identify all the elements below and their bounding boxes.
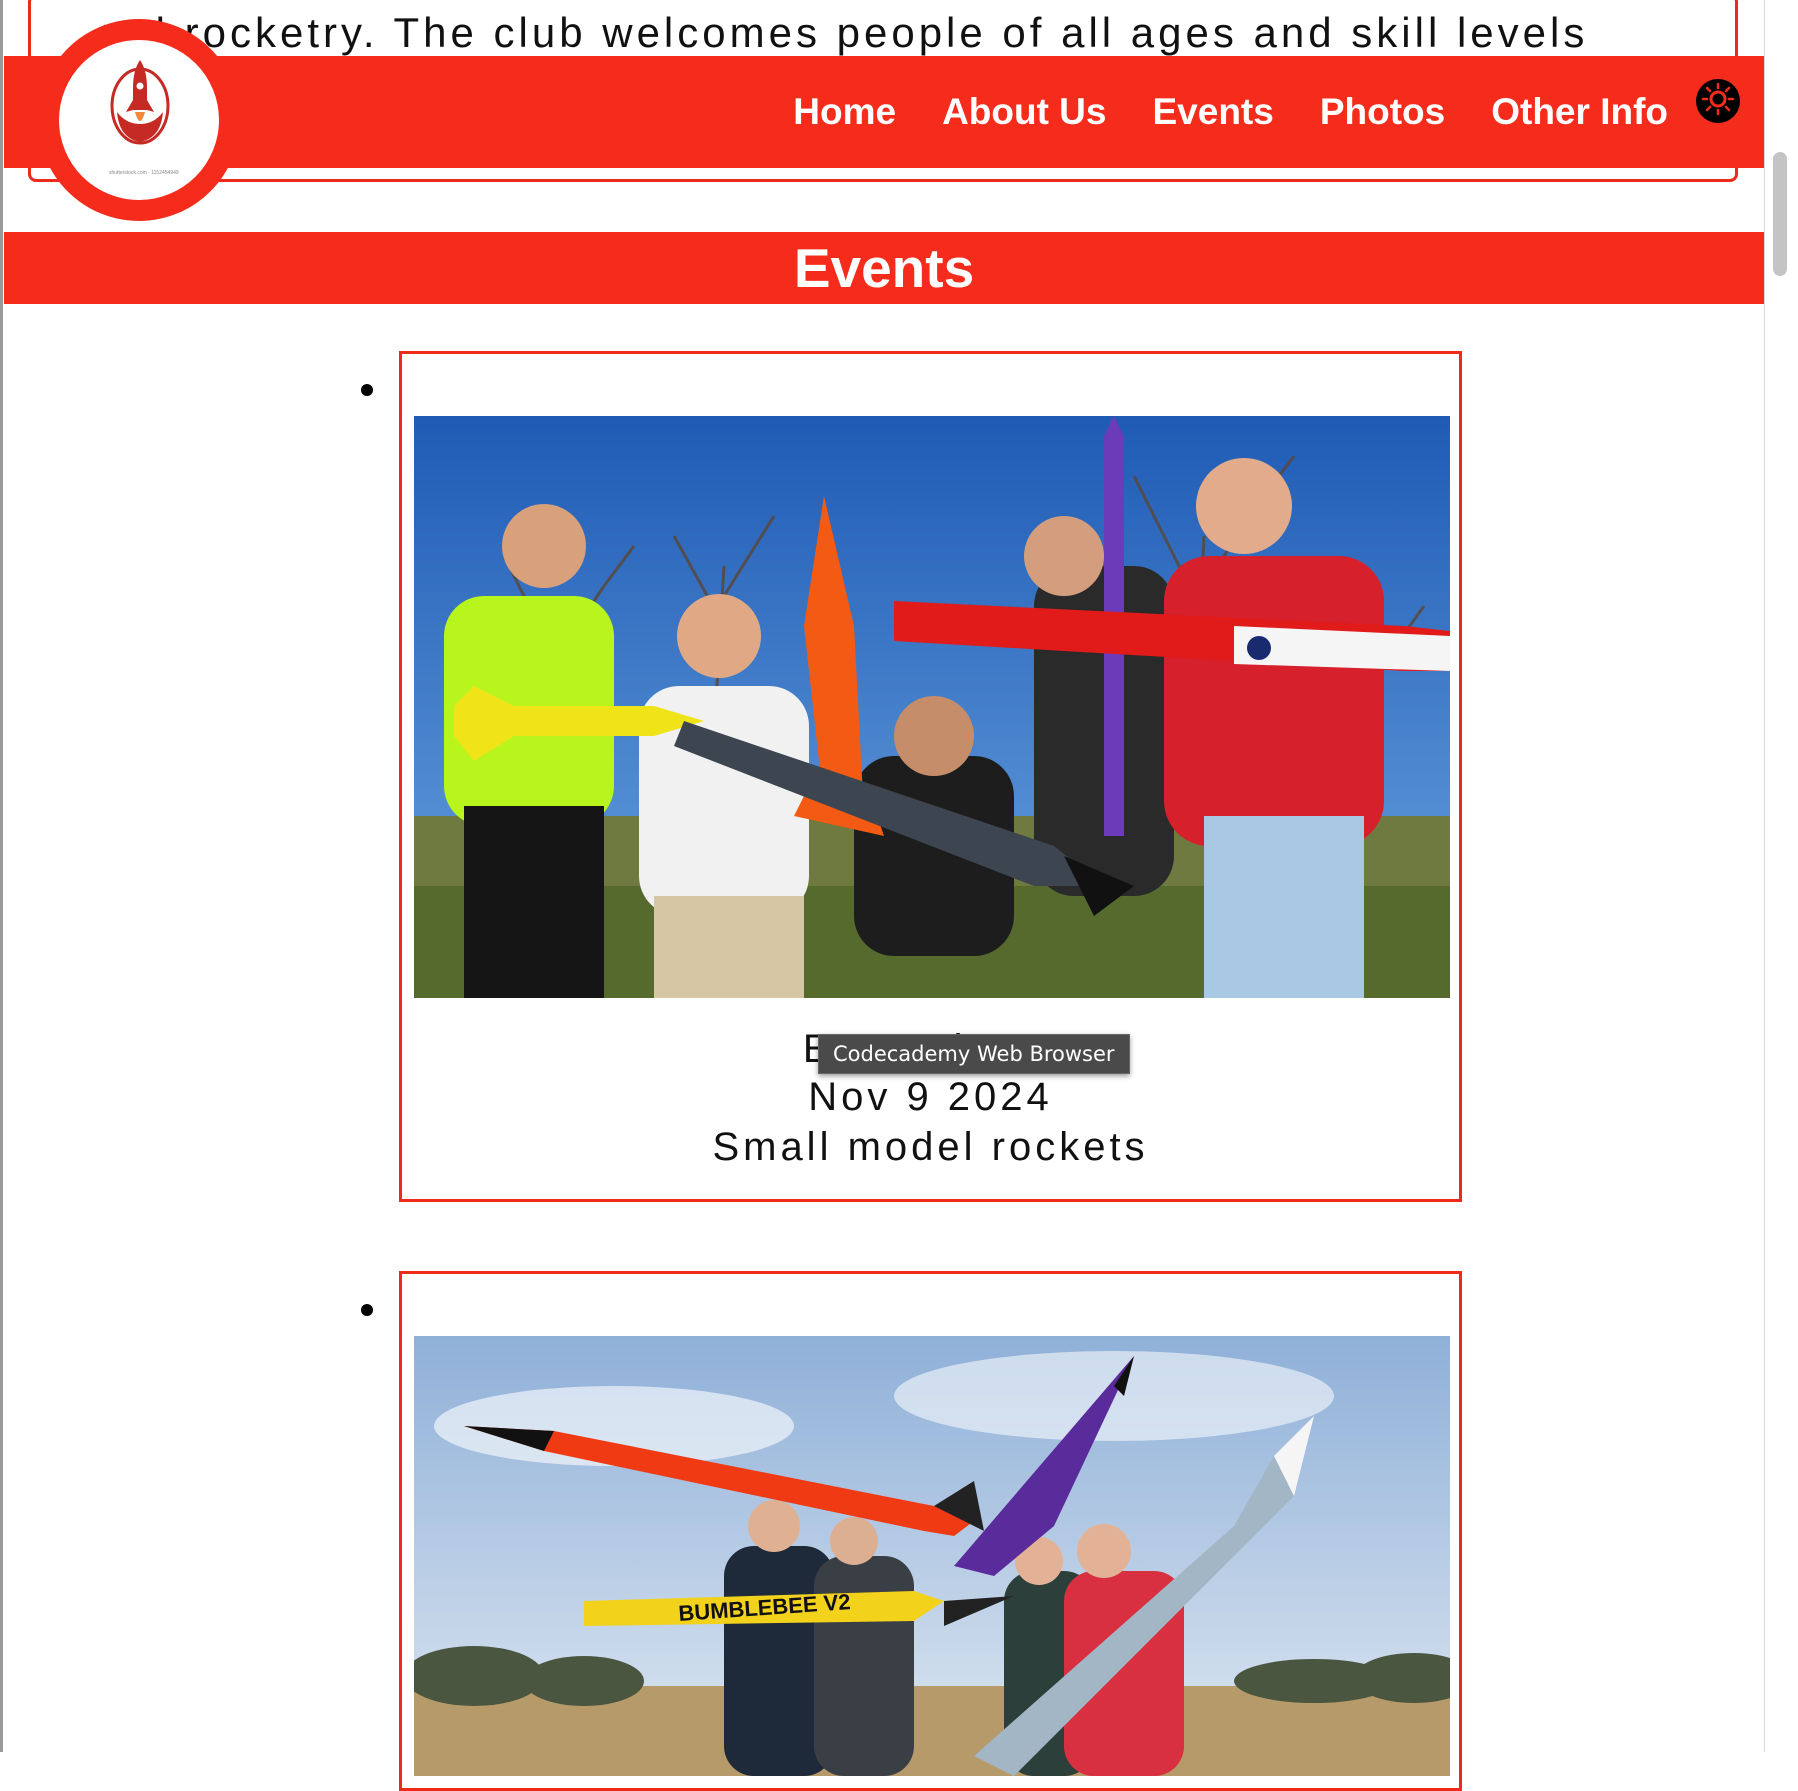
scrollbar-thumb[interactable]	[1773, 152, 1787, 276]
nav-photos[interactable]: Photos	[1320, 91, 1445, 133]
events-heading: Events	[4, 232, 1764, 304]
intro-text: m l rocketry. The club welcomes people o…	[101, 9, 1589, 56]
event-description: Small model rockets	[712, 1125, 1149, 1169]
nav-other-info[interactable]: Other Info	[1491, 91, 1668, 133]
nav-home[interactable]: Home	[793, 91, 896, 133]
nav-events[interactable]: Events	[1153, 91, 1274, 133]
event-card: BUMBLEBEE V2	[399, 1271, 1462, 1791]
event-card: Event day 1 Nov 9 2024 Small model rocke…	[399, 351, 1462, 1202]
event-photo	[414, 416, 1450, 998]
site-logo[interactable]: shutterstock.com · 1152454949	[38, 19, 240, 221]
rocket-logo-icon	[110, 60, 170, 145]
window-frame-left	[0, 0, 3, 1752]
logo-caption: shutterstock.com · 1152454949	[109, 170, 179, 176]
theme-toggle-button[interactable]	[1696, 79, 1740, 123]
nav-about-us[interactable]: About Us	[942, 91, 1106, 133]
sun-toggle-icon	[1701, 82, 1735, 121]
browser-tooltip: Codecademy Web Browser	[818, 1034, 1130, 1074]
list-bullet	[361, 384, 373, 396]
list-bullet	[361, 1304, 373, 1316]
event-date: Nov 9 2024	[808, 1075, 1053, 1119]
site-header: Home About Us Events Photos Other Info	[4, 56, 1764, 168]
main-nav: Home About Us Events Photos Other Info	[793, 56, 1668, 168]
logo-badge: shutterstock.com · 1152454949	[59, 40, 219, 200]
event-photo: BUMBLEBEE V2	[414, 1336, 1450, 1776]
